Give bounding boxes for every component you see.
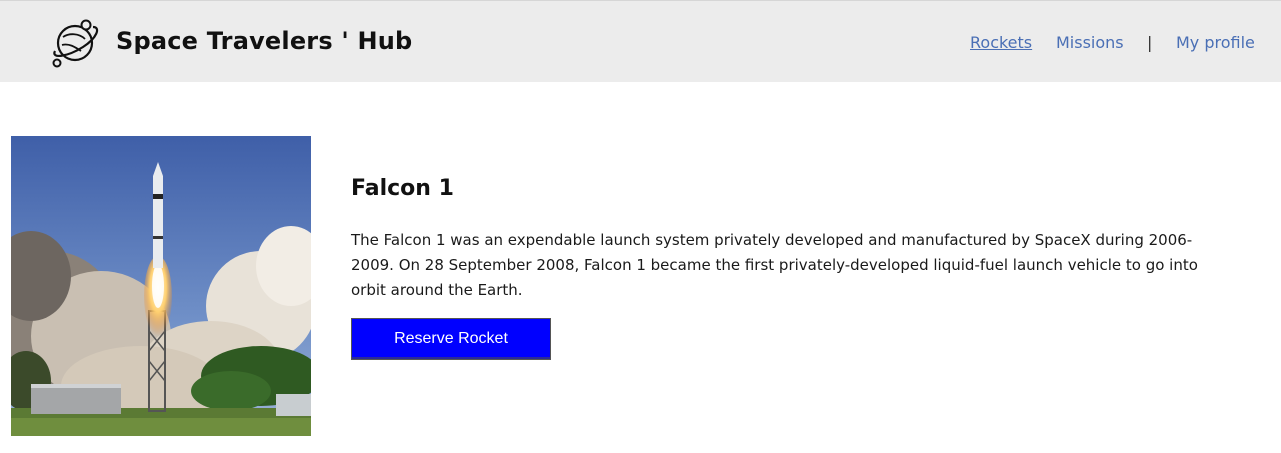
nav-link-rockets[interactable]: Rockets [970,31,1032,55]
rocket-image [11,136,311,436]
rocket-name: Falcon 1 [351,176,454,201]
nav-link-missions[interactable]: Missions [1056,31,1124,55]
nav-link-my-profile[interactable]: My profile [1176,31,1255,55]
rocket-description: The Falcon 1 was an expendable launch sy… [351,231,1198,299]
nav-separator: | [1147,33,1153,52]
reserve-rocket-button[interactable]: Reserve Rocket [351,318,551,360]
site-title: Space Travelers ' Hub [116,27,413,55]
site-header: Space Travelers ' Hub Rockets Missions |… [0,0,1281,82]
planet-icon[interactable] [49,17,101,69]
